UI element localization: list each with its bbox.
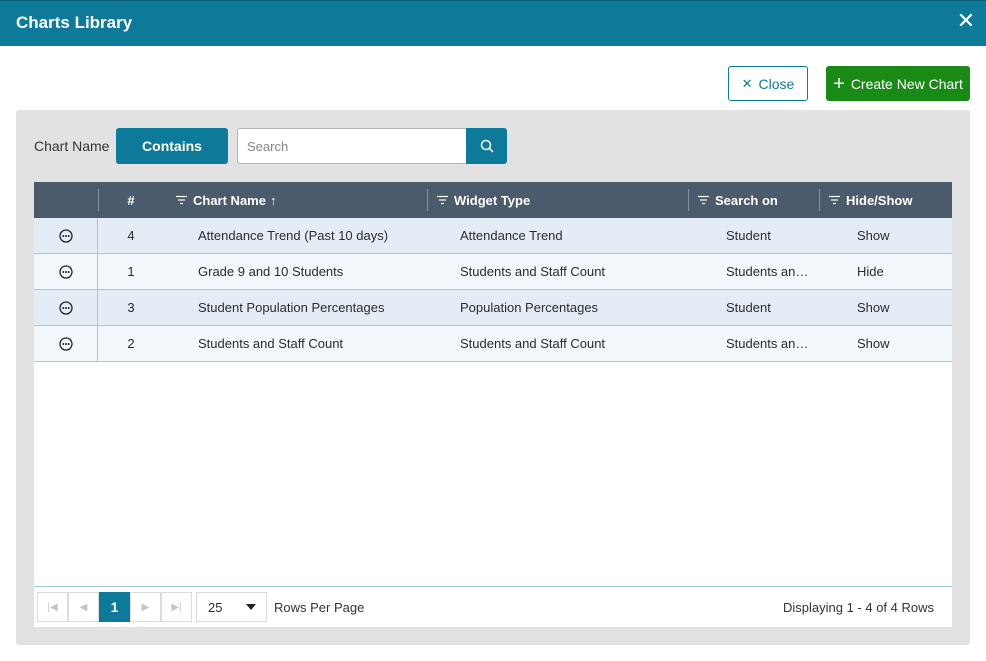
- cell-widget-type: Students and Staff Count: [460, 336, 606, 351]
- row-actions-button[interactable]: [34, 290, 98, 325]
- cell-search-on: Student: [726, 300, 771, 315]
- filter-icon[interactable]: [829, 195, 840, 205]
- first-page-icon: |◀: [47, 601, 58, 613]
- cell-hide-show: Show: [857, 228, 890, 243]
- table-row[interactable]: 3 Student Population Percentages Populat…: [34, 290, 952, 326]
- cell-chart-name: Student Population Percentages: [198, 300, 385, 315]
- cell-chart-name: Students and Staff Count: [198, 336, 344, 351]
- charts-grid: # Chart Name ↑ Widget Type Search on Hid…: [34, 182, 952, 627]
- previous-page-button[interactable]: ◀: [68, 592, 99, 622]
- column-header-chart-name[interactable]: Chart Name ↑: [176, 182, 276, 218]
- previous-page-icon: ◀: [79, 601, 88, 613]
- filter-icon[interactable]: [698, 195, 709, 205]
- dialog-title: Charts Library: [16, 13, 133, 32]
- rows-per-page-label: Rows Per Page: [274, 600, 365, 615]
- close-button[interactable]: ✕ Close: [728, 66, 808, 101]
- close-button-label: Close: [758, 75, 795, 92]
- last-page-icon: ▶|: [171, 601, 182, 613]
- create-new-chart-button[interactable]: + Create New Chart: [826, 66, 970, 101]
- column-header-search-on[interactable]: Search on: [698, 182, 778, 218]
- row-actions-button[interactable]: [34, 254, 98, 289]
- table-row[interactable]: 2 Students and Staff Count Students and …: [34, 326, 952, 362]
- close-icon[interactable]: ✕: [956, 10, 976, 32]
- cell-number: 4: [127, 228, 135, 243]
- cell-widget-type: Attendance Trend: [460, 228, 563, 243]
- filter-icon[interactable]: [437, 195, 448, 205]
- cell-hide-show: Show: [857, 336, 890, 351]
- cell-widget-type: Students and Staff Count: [460, 264, 606, 279]
- cell-search-on: Student: [726, 228, 771, 243]
- create-button-label: Create New Chart: [850, 75, 963, 92]
- next-page-icon: ▶: [141, 601, 150, 613]
- close-icon: ✕: [741, 75, 753, 91]
- cell-widget-type: Population Percentages: [460, 300, 599, 315]
- display-count-text: Displaying 1 - 4 of 4 Rows: [782, 600, 934, 615]
- first-page-button[interactable]: |◀: [37, 592, 68, 622]
- filter-icon[interactable]: [176, 195, 187, 205]
- more-options-icon: [58, 336, 73, 351]
- cell-chart-name: Grade 9 and 10 Students: [198, 264, 344, 279]
- grid-header: # Chart Name ↑ Widget Type Search on Hid…: [34, 182, 952, 218]
- dialog-titlebar: Charts Library ✕: [0, 0, 986, 46]
- more-options-icon: [58, 228, 73, 243]
- table-row[interactable]: 1 Grade 9 and 10 Students Students and S…: [34, 254, 952, 290]
- page-number-button[interactable]: 1: [99, 592, 130, 622]
- more-options-icon: [58, 300, 73, 315]
- rows-per-page-value: 25: [208, 599, 223, 615]
- filter-operator-button[interactable]: Contains: [116, 128, 228, 164]
- sort-ascending-icon: ↑: [269, 192, 277, 208]
- cell-chart-name: Attendance Trend (Past 10 days): [198, 228, 389, 243]
- table-row[interactable]: 4 Attendance Trend (Past 10 days) Attend…: [34, 218, 952, 254]
- column-header-widget-type[interactable]: Widget Type: [437, 182, 530, 218]
- filter-field-label: Chart Name: [34, 138, 110, 154]
- cell-search-on: Students an…: [726, 336, 809, 351]
- cell-hide-show: Hide: [857, 264, 884, 279]
- last-page-button[interactable]: ▶|: [161, 592, 192, 622]
- column-header-hide-show[interactable]: Hide/Show: [829, 182, 912, 218]
- search-input[interactable]: [237, 128, 467, 164]
- more-options-icon: [58, 264, 73, 279]
- cell-search-on: Students an…: [726, 264, 809, 279]
- search-icon: [480, 139, 494, 153]
- plus-icon: +: [833, 72, 845, 95]
- row-actions-button[interactable]: [34, 326, 98, 361]
- next-page-button[interactable]: ▶: [130, 592, 161, 622]
- cell-hide-show: Show: [857, 300, 890, 315]
- cell-number: 2: [127, 336, 135, 351]
- pagination-bar: |◀ ◀ 1 ▶ ▶| 25 Rows Per Page Displaying …: [34, 586, 952, 627]
- row-actions-button[interactable]: [34, 218, 98, 253]
- cell-number: 3: [127, 300, 135, 315]
- chevron-down-icon: [246, 604, 256, 610]
- search-button[interactable]: [466, 128, 507, 164]
- rows-per-page-select[interactable]: 25: [196, 592, 267, 622]
- column-header-number[interactable]: #: [98, 182, 164, 218]
- cell-number: 1: [127, 264, 135, 279]
